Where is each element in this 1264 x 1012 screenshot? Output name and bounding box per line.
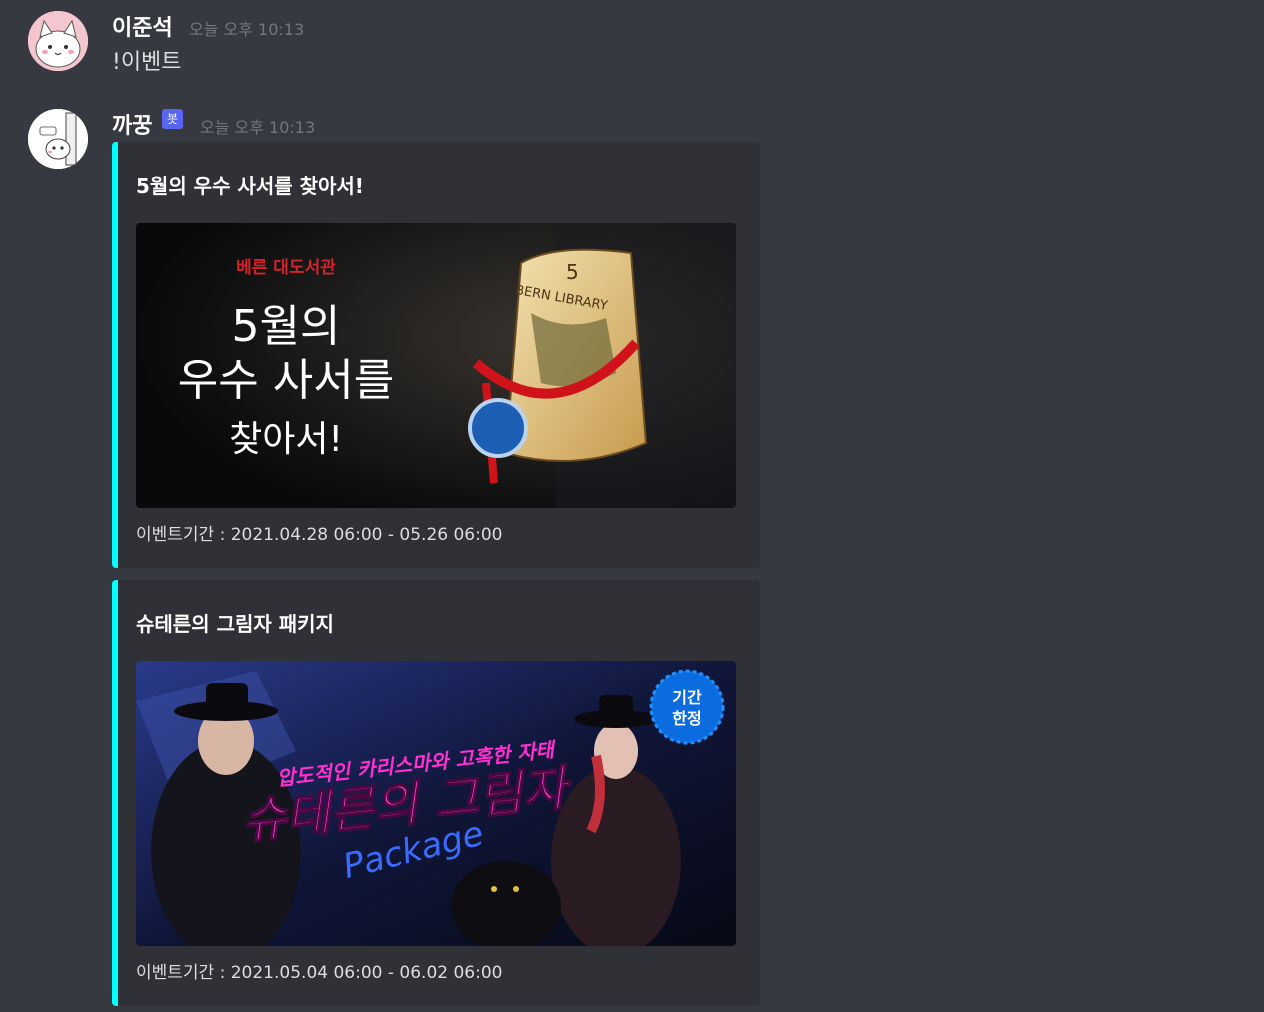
cat-avatar-icon [28, 11, 88, 71]
embed-card: 5월의 우수 사서를 찾아서! 5 BERN LIBRARY 베른 대도서관 5… [112, 142, 760, 568]
badge-line-2: 한정 [672, 709, 701, 728]
banner-scroll-number: 5 [566, 260, 579, 284]
embed-accent-bar [112, 580, 118, 1006]
message-content: !이벤트 [112, 50, 182, 75]
library-event-banner: 5 BERN LIBRARY 베른 대도서관 5월의 우수 사서를 찾아서! [136, 223, 736, 508]
message-author[interactable]: 이준석 [112, 10, 173, 42]
package-event-banner: 압도적인 카리스마와 고혹한 자태 슈테른의 그림자 Package 기간 한정 [136, 661, 736, 946]
badge-line-1: 기간 [672, 688, 702, 707]
embed-accent-bar [112, 142, 118, 568]
message-2: 까꿍 봇 오늘 오후 10:13 5월의 우수 사서를 찾아서! 5 BERN … [0, 100, 1264, 1012]
message-timestamp: 오늘 오후 10:13 [189, 20, 305, 39]
banner-library-name: 베른 대도서관 [236, 258, 336, 278]
bot-avatar[interactable] [28, 109, 88, 169]
embed-image-package[interactable]: 압도적인 카리스마와 고혹한 자태 슈테른의 그림자 Package 기간 한정 [136, 661, 736, 946]
cat-peek-avatar-icon [28, 109, 88, 169]
embed-card: 슈테른의 그림자 패키지 압도적인 카리스마와 고혹한 자태 슈테른의 그림자 … [112, 580, 760, 1006]
embed-title: 슈테른의 그림자 패키지 [136, 612, 334, 636]
bot-tag: 봇 [162, 109, 184, 129]
embed-footer: 이벤트기간 : 2021.05.04 06:00 - 06.02 06:00 [136, 963, 503, 983]
banner-line-3: 찾아서! [229, 419, 343, 460]
message-1: 이준석 오늘 오후 10:13 !이벤트 [0, 0, 1264, 100]
banner-line-1: 5월의 [232, 301, 341, 352]
message-author[interactable]: 까꿍 [112, 108, 152, 140]
embed-footer: 이벤트기간 : 2021.04.28 06:00 - 05.26 06:00 [136, 525, 503, 545]
embed-image-library[interactable]: 5 BERN LIBRARY 베른 대도서관 5월의 우수 사서를 찾아서! [136, 223, 736, 508]
message-timestamp: 오늘 오후 10:13 [200, 118, 316, 137]
user-avatar[interactable] [28, 11, 88, 71]
embed-title: 5월의 우수 사서를 찾아서! [136, 174, 364, 198]
banner-line-2: 우수 사서를 [178, 355, 394, 406]
